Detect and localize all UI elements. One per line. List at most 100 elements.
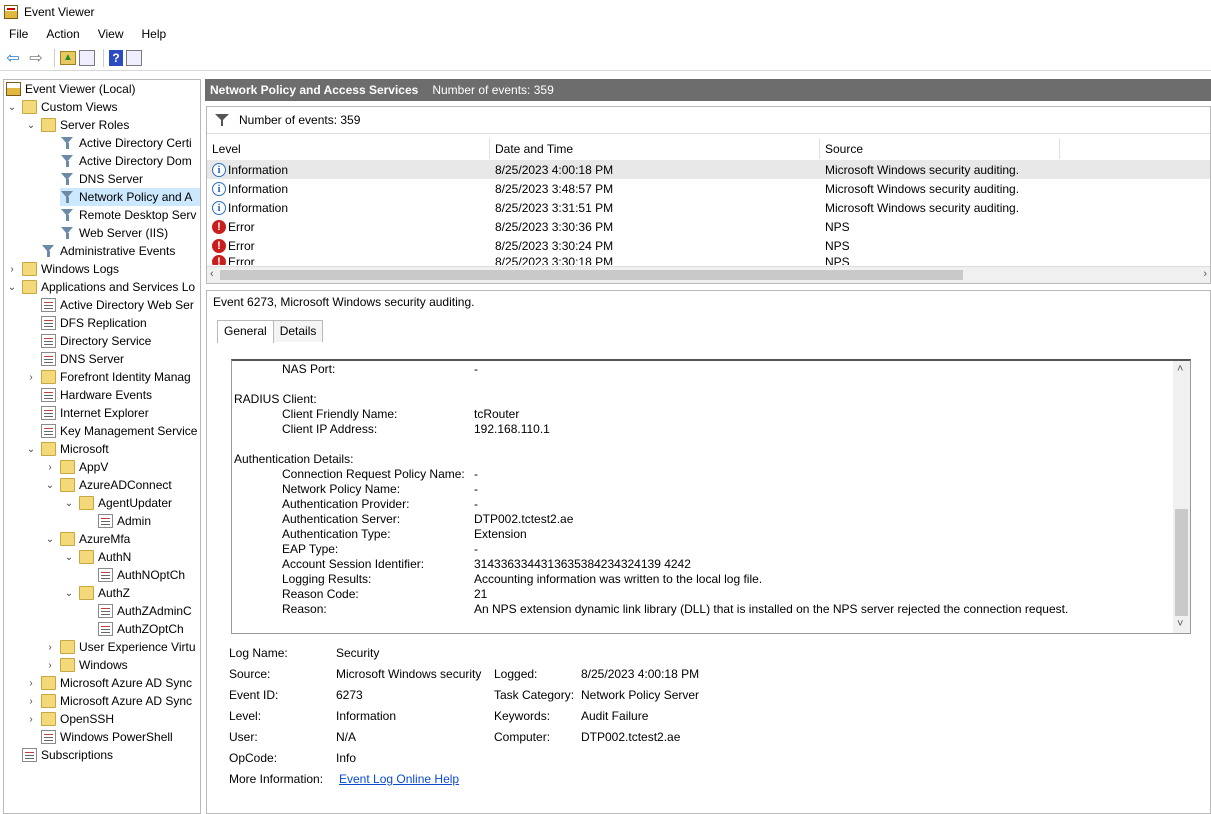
column-header-level[interactable]: Level (207, 138, 490, 159)
tree-item-authnoptch[interactable]: AuthNOptCh (98, 566, 185, 584)
chevron-right-icon[interactable]: › (6, 264, 18, 275)
forward-icon[interactable]: ⇨ (26, 48, 46, 68)
error-icon: ! (212, 219, 226, 234)
scroll-right-icon[interactable]: › (1203, 268, 1207, 280)
tree-item-authzoptch[interactable]: AuthZOptCh (98, 620, 184, 638)
scroll-down-icon[interactable]: ˅ (1177, 618, 1183, 630)
tree-item-admin[interactable]: Admin (98, 512, 151, 530)
tree-item-subscriptions[interactable]: Subscriptions (22, 746, 113, 764)
folder-icon (41, 676, 56, 690)
scroll-up-icon[interactable]: ˄ (1177, 363, 1183, 375)
chevron-down-icon[interactable]: ⌄ (44, 534, 56, 545)
tree-item-network-policy[interactable]: Network Policy and A (60, 188, 200, 206)
chevron-down-icon[interactable]: ⌄ (6, 282, 18, 293)
tree-item-azure-ad-sync-2[interactable]: › Microsoft Azure AD Sync (25, 692, 192, 710)
tree-item-hardware-events[interactable]: Hardware Events (41, 386, 152, 404)
event-row[interactable]: ! Error 8/25/2023 3:30:24 PM NPS (207, 236, 1210, 255)
chevron-right-icon[interactable]: › (25, 714, 37, 725)
menu-file[interactable]: File (0, 27, 37, 41)
tab-general[interactable]: General (217, 320, 274, 343)
event-log-online-help-link[interactable]: Event Log Online Help (339, 772, 459, 786)
tree-item-azure-ad-sync-1[interactable]: › Microsoft Azure AD Sync (25, 674, 192, 692)
tree-item-azureadconnect[interactable]: ⌄ AzureADConnect (44, 476, 172, 494)
tree-item-dns-server-log[interactable]: DNS Server (41, 350, 124, 368)
event-row[interactable]: i Information 8/25/2023 3:48:57 PM Micros… (207, 179, 1210, 198)
event-description[interactable]: NAS Port: - RADIUS Client: Client Friend… (231, 359, 1191, 634)
tree-item-server-roles[interactable]: ⌄ Server Roles (25, 116, 129, 134)
event-row[interactable]: i Information 8/25/2023 4:00:18 PM Micros… (207, 160, 1210, 179)
tree-item-authz[interactable]: ⌄ AuthZ (63, 584, 130, 602)
show-hide-pane-icon[interactable] (79, 49, 95, 66)
tree-item-administrative-events[interactable]: Administrative Events (41, 242, 175, 260)
event-row[interactable]: ! Error 8/25/2023 3:30:36 PM NPS (207, 217, 1210, 236)
tree-item-openssh[interactable]: › OpenSSH (25, 710, 114, 728)
chevron-right-icon[interactable]: › (44, 642, 56, 653)
tree-item-key-management[interactable]: Key Management Service (41, 422, 197, 440)
chevron-down-icon[interactable]: ⌄ (63, 588, 75, 599)
tree-item-forefront[interactable]: › Forefront Identity Manag (25, 368, 191, 386)
folder-icon (41, 370, 56, 384)
tree-item-microsoft[interactable]: ⌄ Microsoft (25, 440, 109, 458)
horizontal-scrollbar[interactable]: ‹ › (207, 266, 1210, 283)
prop-label: Source: (229, 667, 271, 681)
chevron-right-icon[interactable]: › (25, 696, 37, 707)
prop-label: User: (229, 730, 258, 744)
folder-icon (41, 442, 56, 456)
tree-item-user-experience[interactable]: › User Experience Virtu (44, 638, 196, 656)
chevron-right-icon[interactable]: › (44, 660, 56, 671)
scrollbar-thumb[interactable] (220, 270, 963, 280)
back-icon[interactable]: ⇦ (3, 48, 23, 68)
scroll-left-icon[interactable]: ‹ (210, 268, 214, 280)
chevron-down-icon[interactable]: ⌄ (6, 102, 18, 113)
tree-item-windows-powershell[interactable]: Windows PowerShell (41, 728, 173, 746)
chevron-down-icon[interactable]: ⌄ (63, 498, 75, 509)
tree-label: Windows (79, 658, 128, 672)
tree-item-agentupdater[interactable]: ⌄ AgentUpdater (63, 494, 172, 512)
menu-view[interactable]: View (89, 27, 133, 41)
tree-item-azuremfa[interactable]: ⌄ AzureMfa (44, 530, 130, 548)
chevron-right-icon[interactable]: › (25, 678, 37, 689)
tree-item-directory-service[interactable]: Directory Service (41, 332, 151, 350)
tree-item-dfs-replication[interactable]: DFS Replication (41, 314, 147, 332)
tree-item-internet-explorer[interactable]: Internet Explorer (41, 404, 149, 422)
column-header-date[interactable]: Date and Time (490, 138, 820, 159)
folder-up-icon[interactable]: ▲ (60, 50, 76, 65)
tree-item-event-viewer-local[interactable]: Event Viewer (Local) (6, 80, 136, 98)
event-row[interactable]: i Information 8/25/2023 3:31:51 PM Micros… (207, 198, 1210, 217)
chevron-down-icon[interactable]: ⌄ (25, 120, 37, 131)
tree-item-windows[interactable]: › Windows (44, 656, 128, 674)
chevron-down-icon[interactable]: ⌄ (25, 444, 37, 455)
chevron-right-icon[interactable]: › (44, 462, 56, 473)
tree-item-remote-desktop[interactable]: Remote Desktop Serv (60, 206, 196, 224)
help-icon[interactable]: ? (109, 49, 123, 66)
log-icon (98, 622, 113, 636)
toolbar-separator (54, 48, 55, 67)
column-header-source[interactable]: Source (820, 138, 1060, 159)
properties-pane-icon[interactable] (126, 49, 142, 66)
folder-icon (60, 658, 75, 672)
tree-item-web-server[interactable]: Web Server (IIS) (60, 224, 168, 242)
tab-details[interactable]: Details (272, 320, 324, 342)
vertical-scrollbar[interactable]: ˄ ˅ (1173, 361, 1190, 633)
menu-help[interactable]: Help (133, 27, 176, 41)
tree-item-windows-logs[interactable]: › Windows Logs (6, 260, 119, 278)
tree-item-ad-certificate[interactable]: Active Directory Certi (60, 134, 192, 152)
tree-label: Key Management Service (60, 424, 198, 438)
folder-icon (22, 100, 37, 114)
tree-item-applications-services[interactable]: ⌄ Applications and Services Lo (6, 278, 195, 296)
tree-item-ad-web-services[interactable]: Active Directory Web Ser (41, 296, 194, 314)
menu-action[interactable]: Action (37, 27, 88, 41)
scrollbar-thumb[interactable] (1175, 509, 1188, 616)
tree-item-dns-server-role[interactable]: DNS Server (60, 170, 143, 188)
folder-icon (60, 532, 75, 546)
tree-item-custom-views[interactable]: ⌄ Custom Views (6, 98, 117, 116)
event-row[interactable]: ! Error 8/25/2023 3:30:18 PM NPS (207, 255, 1210, 265)
chevron-right-icon[interactable]: › (25, 372, 37, 383)
tree-item-authzadmin[interactable]: AuthZAdminC (98, 602, 192, 620)
chevron-down-icon[interactable]: ⌄ (63, 552, 75, 563)
prop-event-id: 6273 (336, 688, 363, 702)
chevron-down-icon[interactable]: ⌄ (44, 480, 56, 491)
tree-item-appv[interactable]: › AppV (44, 458, 108, 476)
tree-item-ad-domain[interactable]: Active Directory Dom (60, 152, 192, 170)
tree-item-authn[interactable]: ⌄ AuthN (63, 548, 131, 566)
